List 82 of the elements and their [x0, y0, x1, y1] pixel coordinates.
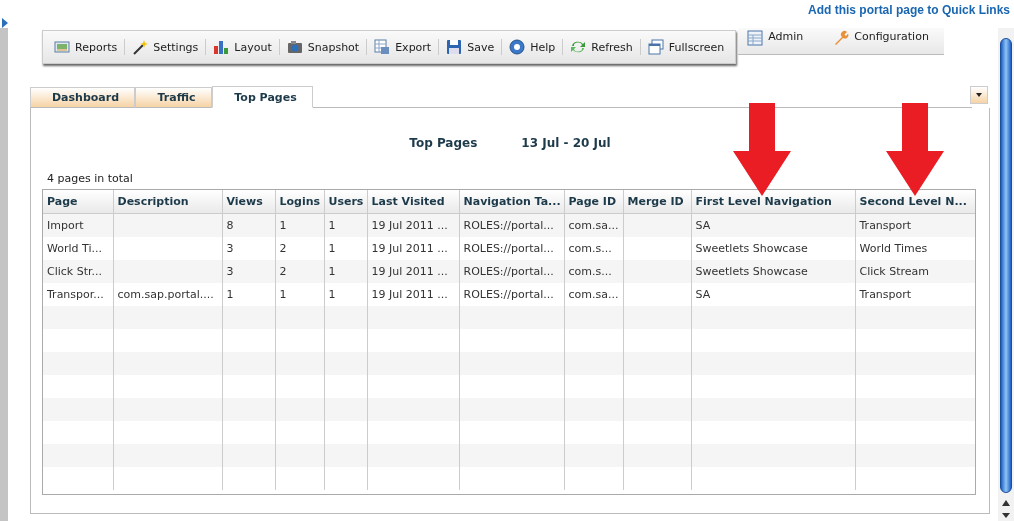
table-cell: Transport: [859, 288, 912, 301]
table-cell: 19 Jul 2011 ...: [371, 219, 448, 232]
toolbar-button[interactable]: Snapshot: [281, 36, 365, 58]
toolbar-button[interactable]: Refresh: [565, 36, 638, 58]
table-cell: com.s...: [568, 265, 612, 278]
spreadsheet-icon: [374, 39, 391, 55]
quick-links-link[interactable]: Add this portal page to Quick Links: [807, 3, 1010, 17]
table-cell: 1: [226, 288, 234, 301]
table-cell: Sweetlets Showcase: [695, 242, 808, 255]
toolbar-button[interactable]: Save: [441, 36, 500, 58]
bar-chart-icon: [213, 39, 230, 55]
column-header[interactable]: Page: [43, 190, 113, 214]
tab[interactable]: Traffic: [135, 87, 212, 108]
table-cell: Click Stream: [859, 265, 929, 278]
table-cell: ROLES://portal...: [463, 242, 554, 255]
scroll-up-icon[interactable]: [1002, 500, 1010, 506]
column-header[interactable]: Description: [113, 190, 222, 214]
table-cell: com.sa...: [568, 288, 619, 301]
admin-menu-button[interactable]: Admin: [742, 30, 809, 52]
table-cell: World Times: [859, 242, 928, 255]
column-header[interactable]: Navigation Ta...: [459, 190, 564, 214]
windows-icon: [647, 39, 664, 55]
wrench-icon: [833, 30, 850, 46]
tab[interactable]: Top Pages: [212, 86, 313, 108]
toolbar-button[interactable]: Layout: [208, 36, 277, 58]
tab[interactable]: Dashboard: [30, 87, 135, 108]
total-count: 4 pages in total: [47, 172, 134, 187]
report-title: Top Pages: [409, 136, 478, 152]
toolbar-button[interactable]: Export: [369, 36, 437, 58]
toolbar-button[interactable]: Settings: [127, 36, 204, 58]
toolbar-button[interactable]: Reports: [49, 36, 123, 58]
table-cell: SA: [695, 288, 711, 301]
table-icon: [747, 30, 764, 46]
table-cell: Import: [47, 219, 84, 232]
expand-icon[interactable]: [2, 18, 8, 28]
table-cell: ROLES://portal...: [463, 265, 554, 278]
column-header[interactable]: Users: [324, 190, 367, 214]
table-cell: ROLES://portal...: [463, 288, 554, 301]
table-cell: com.sa...: [568, 219, 619, 232]
toolbar-button[interactable]: Fullscreen: [642, 36, 730, 58]
column-header[interactable]: Page ID: [564, 190, 623, 214]
column-header[interactable]: Logins: [275, 190, 324, 214]
table-cell: 1: [328, 242, 336, 255]
table-cell: 19 Jul 2011 ...: [371, 242, 448, 255]
wand-icon: [132, 39, 149, 55]
column-header[interactable]: First Level Navigation: [691, 190, 855, 214]
tab-menu-button[interactable]: [970, 86, 988, 104]
caret-icon: [976, 93, 982, 97]
table-cell: SA: [695, 219, 711, 232]
table-cell: World Ti...: [47, 242, 102, 255]
scroll-down-icon[interactable]: [1002, 513, 1010, 518]
refresh-icon: [570, 39, 587, 55]
column-header[interactable]: Merge ID: [623, 190, 691, 214]
table-cell: Click Str...: [47, 265, 102, 278]
table-cell: 1: [279, 219, 287, 232]
table-cell: 1: [328, 219, 336, 232]
column-header[interactable]: Second Level N...: [855, 190, 975, 214]
scrollbar-thumb[interactable]: [1000, 38, 1012, 493]
table-cell: com.sap.portal....: [117, 288, 214, 301]
help-icon: [509, 39, 526, 55]
table-cell: 3: [226, 242, 234, 255]
table-cell: 8: [226, 219, 234, 232]
table-cell: 1: [279, 288, 287, 301]
table-cell: 19 Jul 2011 ...: [371, 288, 448, 301]
table-cell: com.s...: [568, 242, 612, 255]
table-cell: Transpor...: [47, 288, 104, 301]
column-header[interactable]: Last Visited: [367, 190, 459, 214]
toolbar-button[interactable]: Help: [504, 36, 561, 58]
table-cell: 19 Jul 2011 ...: [371, 265, 448, 278]
table-cell: 3: [226, 265, 234, 278]
column-header[interactable]: Views: [222, 190, 275, 214]
table-cell: Transport: [859, 219, 912, 232]
date-range: 13 Jul - 20 Jul: [521, 136, 611, 152]
table-cell: ROLES://portal...: [463, 219, 554, 232]
table-cell: 1: [328, 288, 336, 301]
table-cell: Sweetlets Showcase: [695, 265, 808, 278]
table-cell: 2: [279, 265, 287, 278]
table-cell: 2: [279, 242, 287, 255]
table-cell: 1: [328, 265, 336, 278]
camera-icon: [286, 39, 303, 55]
admin-menu-button[interactable]: Configuration: [828, 30, 934, 52]
window-icon: [54, 39, 70, 55]
